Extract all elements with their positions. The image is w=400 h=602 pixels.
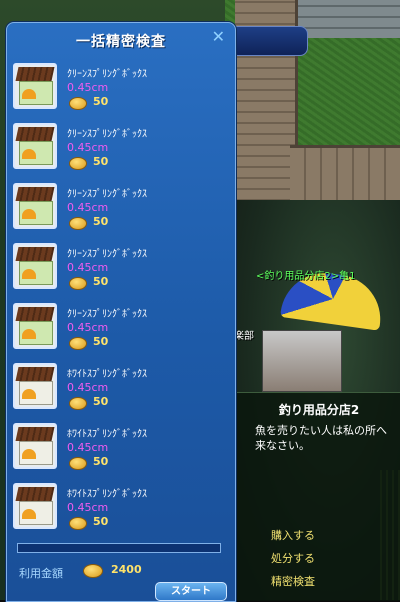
item-price: 50: [93, 215, 109, 228]
item-size: 0.45cm: [67, 81, 109, 94]
item-size: 0.45cm: [67, 141, 109, 154]
list-item[interactable]: ﾎﾜｲﾄｽﾌﾟﾘﾝｸﾞﾎﾞｯｸｽ 0.45cm 50: [11, 419, 231, 479]
box-icon: [13, 123, 57, 169]
item-price: 50: [93, 395, 109, 408]
npc-character[interactable]: [262, 330, 342, 392]
coin-icon: [69, 337, 87, 350]
list-item[interactable]: ｸﾘｰﾝｽﾌﾟﾘﾝｸﾞﾎﾞｯｸｽ 0.45cm 50: [11, 179, 231, 239]
coin-icon: [69, 457, 87, 470]
coin-icon: [69, 157, 87, 170]
list-item[interactable]: ｸﾘｰﾝｽﾌﾟﾘﾝｸﾞﾎﾞｯｸｽ 0.45cm 50: [11, 59, 231, 119]
coin-icon: [69, 217, 87, 230]
item-price: 50: [93, 515, 109, 528]
list-item[interactable]: ｸﾘｰﾝｽﾌﾟﾘﾝｸﾞﾎﾞｯｸｽ 0.45cm 50: [11, 239, 231, 299]
item-name: ﾎﾜｲﾄｽﾌﾟﾘﾝｸﾞﾎﾞｯｸｽ: [67, 429, 147, 440]
item-price: 50: [93, 335, 109, 348]
item-price: 50: [93, 155, 109, 168]
list-item[interactable]: ｸﾘｰﾝｽﾌﾟﾘﾝｸﾞﾎﾞｯｸｽ 0.45cm 50: [11, 119, 231, 179]
total-label: 利用金額: [19, 567, 63, 580]
box-icon: [13, 363, 57, 409]
npc-option-inspect[interactable]: 精密検査: [271, 573, 315, 589]
item-list: ｸﾘｰﾝｽﾌﾟﾘﾝｸﾞﾎﾞｯｸｽ 0.45cm 50 ｸﾘｰﾝｽﾌﾟﾘﾝｸﾞﾎﾞ…: [11, 59, 231, 539]
item-name: ｸﾘｰﾝｽﾌﾟﾘﾝｸﾞﾎﾞｯｸｽ: [67, 249, 147, 260]
item-price: 50: [93, 275, 109, 288]
npc-dialog-message: 魚を売りたい人は私の所へ来なさい。: [255, 424, 387, 452]
bulk-inspection-window: 一括精密検査 ✕ ｸﾘｰﾝｽﾌﾟﾘﾝｸﾞﾎﾞｯｸｽ 0.45cm 50 ｸﾘｰﾝ…: [6, 22, 236, 602]
list-item[interactable]: ﾎﾜｲﾄｽﾌﾟﾘﾝｸﾞﾎﾞｯｸｽ 0.45cm 50: [11, 359, 231, 419]
npc-dialog: 釣り用品分店2 魚を売りたい人は私の所へ来なさい。 購入する 処分する 精密検査: [236, 392, 400, 601]
window-title: 一括精密検査: [76, 34, 166, 50]
stone-wall-corner: [290, 145, 400, 203]
item-size: 0.45cm: [67, 321, 109, 334]
npc-option-sell[interactable]: 処分する: [271, 550, 315, 566]
box-icon: [13, 483, 57, 529]
club-label: 楽部: [234, 331, 254, 342]
close-icon[interactable]: ✕: [212, 27, 225, 46]
list-item[interactable]: ﾎﾜｲﾄｽﾌﾟﾘﾝｸﾞﾎﾞｯｸｽ 0.45cm 50: [11, 479, 231, 539]
coin-icon: [69, 517, 87, 530]
item-name: ｸﾘｰﾝｽﾌﾟﾘﾝｸﾞﾎﾞｯｸｽ: [67, 129, 147, 140]
hud-bar: [230, 26, 308, 56]
box-icon: [13, 243, 57, 289]
item-size: 0.45cm: [67, 201, 109, 214]
item-size: 0.45cm: [67, 261, 109, 274]
list-item[interactable]: ｸﾘｰﾝｽﾌﾟﾘﾝｸﾞﾎﾞｯｸｽ 0.45cm 50: [11, 299, 231, 359]
progress-bar: [17, 543, 221, 553]
coin-icon: [69, 277, 87, 290]
item-size: 0.45cm: [67, 501, 109, 514]
item-name: ｸﾘｰﾝｽﾌﾟﾘﾝｸﾞﾎﾞｯｸｽ: [67, 69, 147, 80]
item-price: 50: [93, 455, 109, 468]
item-name: ｸﾘｰﾝｽﾌﾟﾘﾝｸﾞﾎﾞｯｸｽ: [67, 189, 147, 200]
npc-nameplate: <釣り用品分店2>亀1: [256, 271, 356, 282]
coin-icon: [69, 97, 87, 110]
start-button[interactable]: スタート: [155, 582, 227, 601]
npc-option-buy[interactable]: 購入する: [271, 527, 315, 543]
total-value: 2400: [111, 563, 142, 576]
coin-icon: [83, 564, 103, 578]
item-name: ﾎﾜｲﾄｽﾌﾟﾘﾝｸﾞﾎﾞｯｸｽ: [67, 489, 147, 500]
box-icon: [13, 63, 57, 109]
npc-dialog-title: 釣り用品分店2: [278, 403, 360, 417]
box-icon: [13, 423, 57, 469]
item-size: 0.45cm: [67, 381, 109, 394]
box-icon: [13, 183, 57, 229]
item-name: ﾎﾜｲﾄｽﾌﾟﾘﾝｸﾞﾎﾞｯｸｽ: [67, 369, 147, 380]
item-price: 50: [93, 95, 109, 108]
coin-icon: [69, 397, 87, 410]
item-name: ｸﾘｰﾝｽﾌﾟﾘﾝｸﾞﾎﾞｯｸｽ: [67, 309, 147, 320]
item-size: 0.45cm: [67, 441, 109, 454]
box-icon: [13, 303, 57, 349]
